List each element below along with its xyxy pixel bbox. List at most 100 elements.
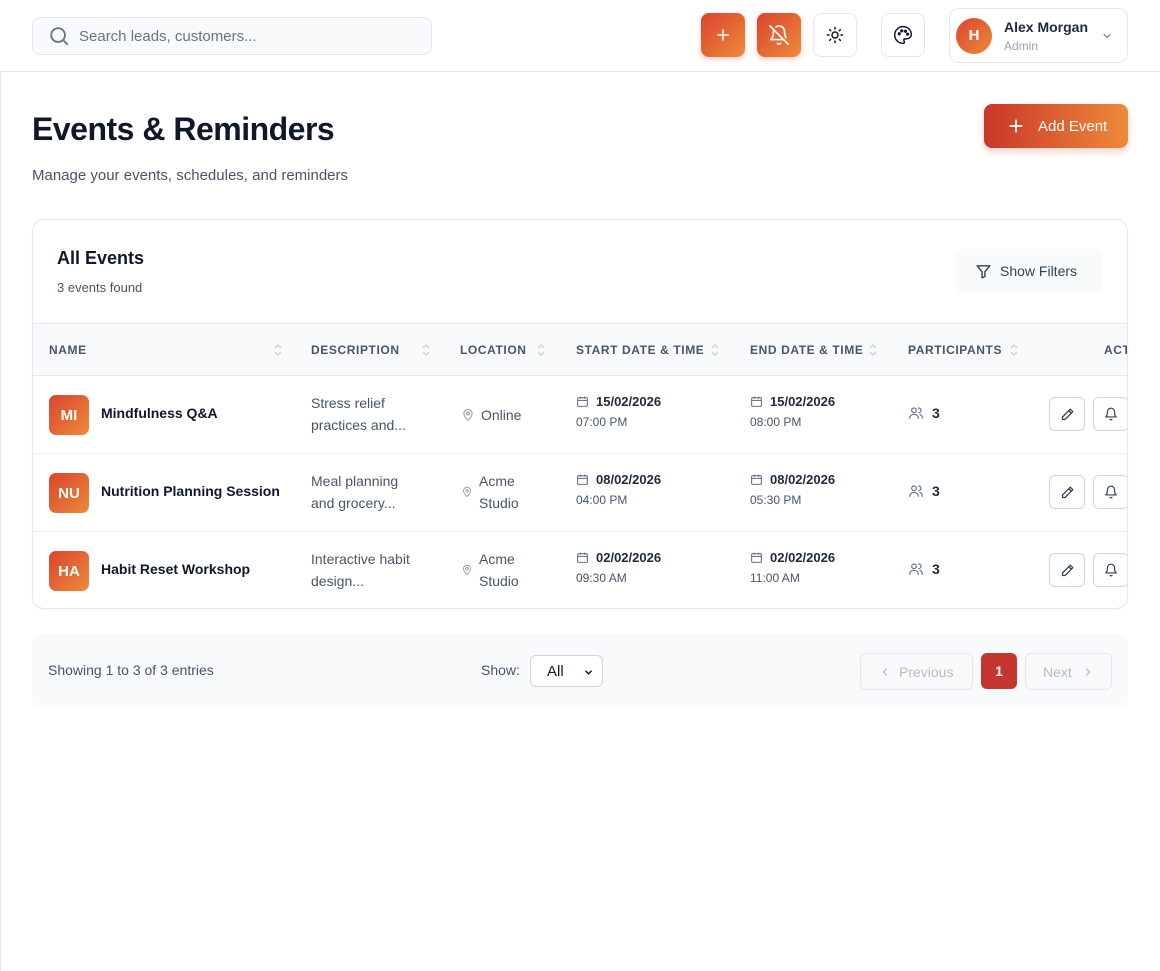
next-label: Next [1043,663,1072,680]
start-time: 07:00 PM [576,415,628,429]
table-header: NAME DESCRIPTION LOCATION START DATE & T… [33,323,1128,376]
sort-icon[interactable] [710,343,720,357]
filter-icon [976,264,991,279]
event-location-line: Studio [479,573,519,589]
previous-label: Previous [899,663,954,680]
palette-button[interactable] [881,13,925,57]
quick-add-button[interactable] [701,13,745,57]
column-start-date[interactable]: START DATE & TIME [576,324,704,375]
page-size-select[interactable]: All [530,655,603,687]
plus-icon [717,29,729,41]
column-actions: ACT [1104,342,1128,357]
search-icon [50,27,69,46]
avatar: H [956,17,992,54]
search-input[interactable] [79,27,409,45]
events-count: 3 events found [57,280,143,295]
column-participants[interactable]: PARTICIPANTS [908,324,1002,375]
table-row[interactable]: NU Nutrition Planning Session Meal plann… [33,454,1127,532]
users-icon [909,407,923,419]
participants-count: 3 [932,405,940,421]
end-time: 11:00 AM [750,571,800,585]
edit-button[interactable] [1049,475,1085,509]
edit-button[interactable] [1049,397,1085,431]
column-name[interactable]: NAME [49,324,87,375]
table-row[interactable]: HA Habit Reset Workshop Interactive habi… [33,532,1127,608]
column-end-date[interactable]: END DATE & TIME [750,324,863,375]
table-row[interactable]: MI Mindfulness Q&A Stress relief practic… [33,376,1127,454]
map-pin-icon [462,564,472,576]
show-filters-button[interactable]: Show Filters [955,249,1103,293]
search-box[interactable] [32,17,432,55]
sort-icon[interactable] [1009,343,1019,357]
reminder-button[interactable] [1093,475,1127,509]
event-name[interactable]: Mindfulness Q&A [101,405,218,421]
chevron-down-icon [1103,33,1111,39]
event-avatar: HA [49,551,89,591]
user-menu[interactable]: H Alex Morgan Admin [949,8,1128,63]
event-location-line: Studio [479,495,519,511]
pencil-icon [1061,564,1073,576]
sun-icon [826,26,844,44]
users-icon [909,563,923,575]
calendar-icon [577,474,588,485]
top-bar: H Alex Morgan Admin [0,0,1160,72]
reminder-button[interactable] [1093,553,1127,587]
users-icon [909,485,923,497]
end-time: 08:00 PM [750,415,802,429]
event-end: 08/02/2026 05:30 PM [750,472,835,507]
events-card: All Events 3 events found Show Filters N… [32,219,1128,609]
column-location[interactable]: LOCATION [460,324,527,375]
end-time: 05:30 PM [750,493,802,507]
start-time: 04:00 PM [576,493,628,507]
reminder-button[interactable] [1093,397,1127,431]
event-participants: 3 [908,405,940,421]
event-name[interactable]: Nutrition Planning Session [101,483,280,499]
sort-icon[interactable] [536,343,546,357]
chevron-right-icon [1085,667,1091,676]
event-location-line: Acme [479,551,515,567]
calendar-icon [751,396,762,407]
page-size-label: Show: [481,662,520,678]
event-end: 02/02/2026 11:00 AM [750,550,835,585]
event-location: Acme Studio [461,470,519,514]
add-event-label: Add Event [1038,117,1108,135]
event-description-line: Interactive habit [311,551,410,567]
sort-icon[interactable] [273,343,283,357]
page-number-current[interactable]: 1 [981,653,1017,689]
event-start: 02/02/2026 09:30 AM [576,550,661,585]
add-event-button[interactable]: Add Event [984,104,1128,148]
sort-icon[interactable] [421,343,431,357]
start-date: 08/02/2026 [596,472,662,487]
event-description-line: practices and... [311,417,406,433]
chevron-down-icon [585,670,592,675]
bell-off-icon [769,25,789,46]
event-location-line: Online [481,407,522,423]
calendar-icon [751,474,762,485]
pencil-icon [1061,486,1073,498]
participants-count: 3 [932,561,940,577]
participants-count: 3 [932,483,940,499]
page-title: Events & Reminders [32,111,335,147]
notifications-button[interactable] [757,13,801,57]
event-start: 08/02/2026 04:00 PM [576,472,661,507]
theme-toggle-button[interactable] [813,13,857,57]
column-description[interactable]: DESCRIPTION [311,324,400,375]
event-participants: 3 [908,561,940,577]
event-description: Interactive habit design... [311,548,431,592]
event-start: 15/02/2026 07:00 PM [576,394,661,429]
pencil-icon [1061,408,1073,420]
previous-page-button[interactable]: Previous [860,653,973,690]
next-page-button[interactable]: Next [1025,653,1112,690]
end-date: 02/02/2026 [770,550,836,565]
plus-icon [1009,119,1023,133]
sort-icon[interactable] [868,343,878,357]
pagination-bar: Showing 1 to 3 of 3 entries Show: All Pr… [32,634,1128,707]
edit-button[interactable] [1049,553,1085,587]
event-description: Stress relief practices and... [311,392,431,436]
event-description-line: Stress relief [311,395,385,411]
event-name[interactable]: Habit Reset Workshop [101,561,250,577]
map-pin-icon [463,408,473,422]
calendar-icon [577,552,588,563]
start-date: 02/02/2026 [596,550,662,565]
map-pin-icon [462,486,472,498]
